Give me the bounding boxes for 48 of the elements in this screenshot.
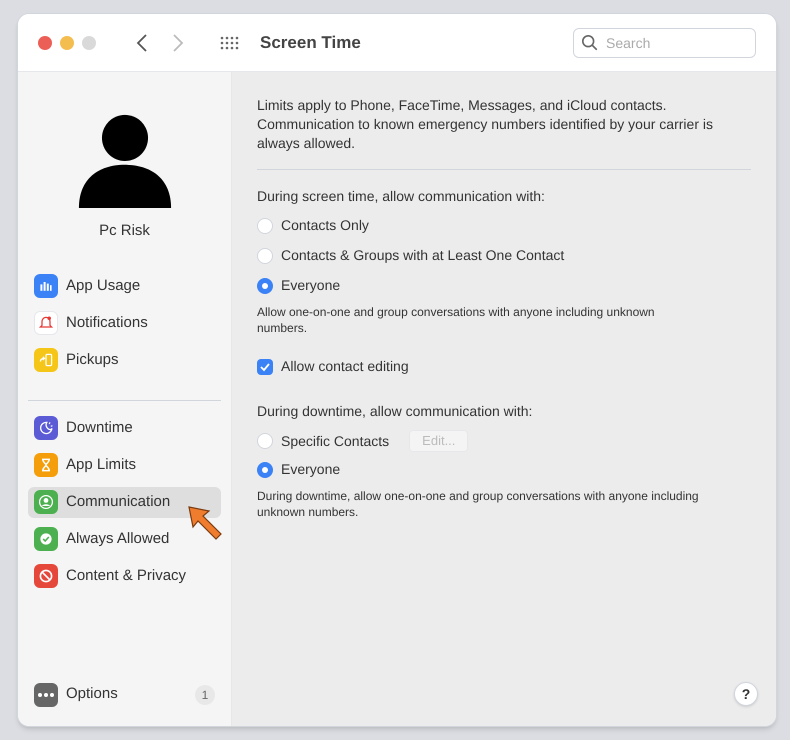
check-icon bbox=[259, 360, 271, 372]
checkbox-label[interactable]: Allow contact editing bbox=[281, 356, 409, 377]
count-badge: 1 bbox=[195, 684, 215, 704]
radio-button[interactable] bbox=[257, 278, 273, 294]
checkbox[interactable] bbox=[257, 358, 273, 374]
pickup-icon bbox=[34, 348, 58, 372]
sidebar-item[interactable]: Notifications bbox=[28, 308, 221, 338]
sidebar-item[interactable]: Pickups bbox=[28, 344, 221, 376]
person-icon bbox=[34, 490, 58, 514]
sidebar-item[interactable]: App Usage bbox=[28, 270, 221, 302]
section-heading: During downtime, allow communication with: bbox=[257, 402, 534, 421]
more-icon bbox=[34, 682, 58, 706]
bell-icon bbox=[34, 311, 58, 335]
help-text: Allow one-on-one and group conversations with anyone including unknown numbers. bbox=[257, 304, 656, 336]
chart-icon bbox=[34, 274, 58, 298]
sidebar-item[interactable]: Communication bbox=[28, 486, 221, 518]
avatar-icon bbox=[76, 112, 172, 208]
section-heading: During screen time, allow communication with: bbox=[257, 187, 546, 206]
radio-label[interactable]: Everyone bbox=[281, 275, 340, 296]
intro-text: Limits apply to Phone, FaceTime, Messages, and iCloud contacts. Communication to known emergency numbers identified by your carrier is always allowed. bbox=[257, 96, 751, 170]
search-field[interactable]: Search bbox=[573, 28, 756, 58]
user-name: Pc Risk bbox=[99, 221, 150, 241]
sidebar-item[interactable]: Always Allowed bbox=[28, 524, 221, 554]
sidebar-item[interactable]: Content & Privacy bbox=[28, 560, 221, 592]
minimize-icon[interactable] bbox=[60, 36, 74, 50]
radio-label[interactable]: Contacts Only bbox=[281, 215, 369, 236]
grid-icon[interactable] bbox=[220, 36, 240, 50]
search-icon bbox=[581, 34, 599, 52]
downtime-icon bbox=[34, 416, 58, 440]
radio-label[interactable]: Contacts & Groups with at Least One Contact bbox=[281, 245, 564, 266]
help-text: During downtime, allow one-on-one and group conversations with anyone including unknown numbers. bbox=[257, 488, 700, 520]
hourglass-icon bbox=[34, 453, 58, 477]
radio-button[interactable] bbox=[257, 248, 273, 264]
radio-label[interactable]: Everyone bbox=[281, 459, 340, 480]
sidebar-item[interactable]: Downtime bbox=[28, 412, 221, 444]
radio-button[interactable] bbox=[257, 218, 273, 234]
help-button[interactable]: ? bbox=[734, 682, 758, 706]
block-icon bbox=[34, 564, 58, 588]
radio-button[interactable] bbox=[257, 462, 273, 478]
radio-label[interactable]: Specific Contacts bbox=[281, 430, 390, 452]
window-title: Screen Time bbox=[260, 32, 361, 54]
sidebar-item[interactable]: App Limits bbox=[28, 450, 221, 480]
check-icon bbox=[34, 527, 58, 551]
forward-icon[interactable] bbox=[172, 32, 184, 52]
radio-button[interactable] bbox=[257, 433, 273, 449]
back-icon[interactable] bbox=[136, 32, 148, 52]
options-button[interactable]: Options 1 bbox=[28, 679, 221, 710]
close-icon[interactable] bbox=[38, 36, 52, 50]
